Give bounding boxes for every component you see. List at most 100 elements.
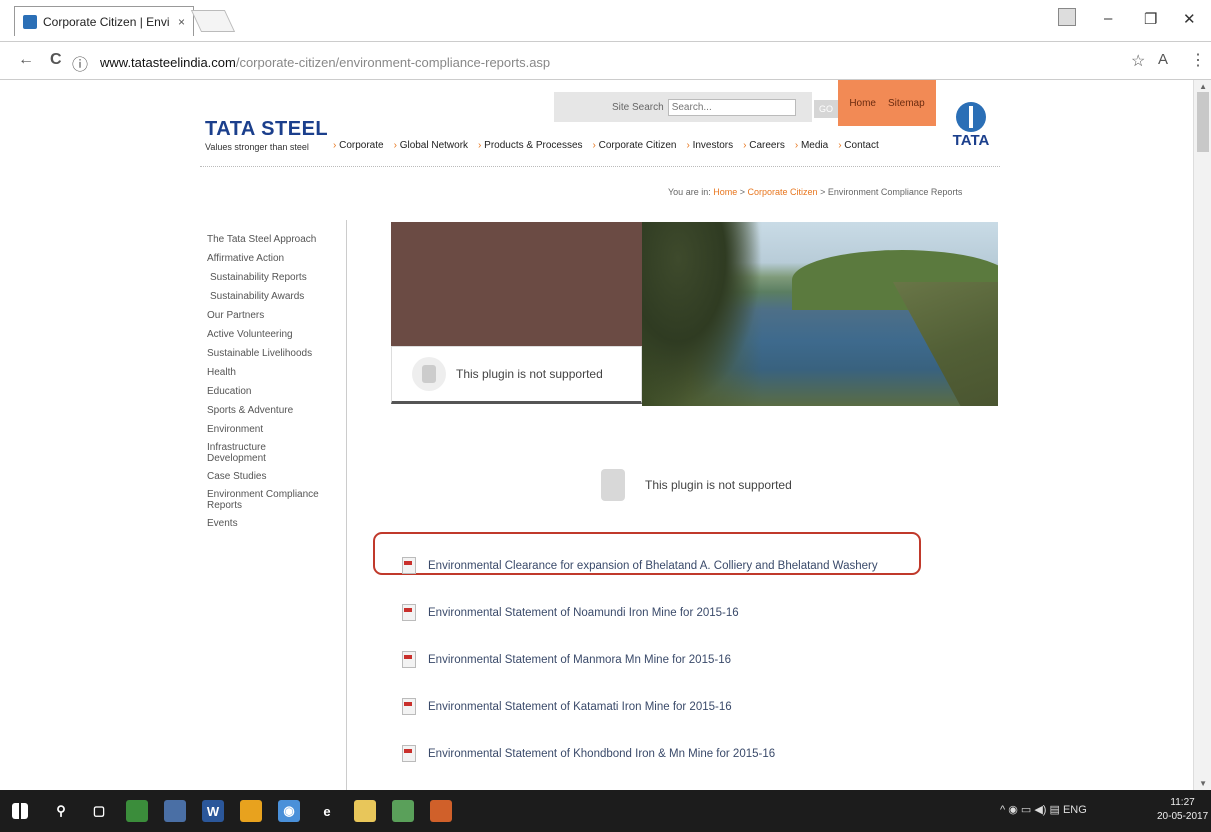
back-icon[interactable]: ← [18,51,34,69]
user-profile-icon[interactable] [1058,8,1076,26]
left-menu-item[interactable]: Infrastructure Development [207,439,287,467]
pdf-icon [398,743,420,765]
tab-close-icon[interactable]: × [178,15,185,29]
app-red-icon[interactable] [430,800,452,822]
breadcrumb-prefix: You are in: [668,187,711,197]
tata-logo-text: TATA [952,132,990,149]
left-menu-item[interactable]: Active Volunteering [207,325,347,344]
logo-tagline: Values stronger than steel [205,142,309,152]
app-orange-icon[interactable] [240,800,262,822]
left-menu-item[interactable]: Environment Compliance Reports [207,486,337,514]
scroll-thumb[interactable] [1197,92,1209,152]
report-item[interactable]: Environmental Statement of Manmora Mn Mi… [398,636,958,683]
taskbar-clock[interactable]: 11:27 20-05-2017 [1157,796,1208,824]
left-menu-divider [346,220,347,790]
header-divider [200,166,1000,167]
clock-date: 20-05-2017 [1157,811,1209,822]
task-view-icon[interactable]: ▢ [88,800,110,822]
people-icon[interactable] [164,800,186,822]
pdf-icon [398,602,420,624]
top-link-sitemap[interactable]: Sitemap [888,98,925,109]
left-menu-item[interactable]: Case Studies [207,467,347,486]
close-window-button[interactable]: ✕ [1183,10,1196,28]
nav-corporate[interactable]: Corporate [333,140,383,154]
page-scrollbar[interactable]: ▲ ▼ [1193,80,1211,790]
left-menu-item[interactable]: The Tata Steel Approach [207,230,347,249]
store-icon[interactable] [126,800,148,822]
plugin-placeholder: This plugin is not supported [595,465,792,505]
left-menu: The Tata Steel Approach Affirmative Acti… [207,230,347,533]
nav-media[interactable]: Media [795,140,828,154]
left-menu-item[interactable]: Environment [207,420,347,439]
nav-careers[interactable]: Careers [743,140,785,154]
main-nav: Corporate Global Network Products & Proc… [333,140,933,154]
favicon-icon [23,14,37,29]
browser-tab-bar: Corporate Citizen | Envi × – ❐ ✕ [0,0,1211,42]
breadcrumb-current: Environment Compliance Reports [827,187,963,197]
report-item[interactable]: Environmental Statement of Noamundi Iron… [398,589,958,636]
plugin-puzzle-icon [595,465,631,505]
breadcrumb-sep: > [739,187,746,197]
tata-logo[interactable]: TATA [943,102,999,149]
windows-taskbar: ⚲ ▢ W ◉ e ^ ◉ ▭ ◀) ▤ ENG 11:27 20-05-2017 [0,790,1211,832]
top-link-home[interactable]: Home [849,98,876,109]
restore-button[interactable]: ❐ [1144,10,1157,28]
explorer-icon[interactable] [354,800,376,822]
breadcrumb-section[interactable]: Corporate Citizen [748,187,818,197]
word-icon[interactable]: W [202,800,224,822]
url-path: /corporate-citizen/environment-complianc… [235,54,551,70]
system-tray[interactable]: ^ ◉ ▭ ◀) ▤ ENG [1000,803,1087,816]
left-menu-item[interactable]: Health [207,363,347,382]
left-menu-item[interactable]: Events [207,514,347,533]
report-link[interactable]: Environmental Clearance for expansion of… [428,560,878,572]
search-go-button[interactable]: GO [814,100,838,118]
report-item[interactable]: Environmental Statement of Katamati Iron… [398,683,958,730]
app-green-icon[interactable] [392,800,414,822]
tata-steel-logo[interactable]: TATA STEEL Values stronger than steel [205,118,328,152]
left-menu-item[interactable]: Affirmative Action [207,249,347,268]
report-link[interactable]: Environmental Statement of Manmora Mn Mi… [428,654,731,666]
pdf-icon [398,696,420,718]
left-menu-item[interactable]: Sustainability Awards [207,287,347,306]
bookmark-star-icon[interactable]: ☆ [1131,51,1145,71]
report-link[interactable]: Environmental Statement of Noamundi Iron… [428,607,739,619]
windows-start-icon[interactable] [12,803,28,819]
left-menu-item[interactable]: Education [207,382,347,401]
nav-products-processes[interactable]: Products & Processes [478,140,582,154]
page-viewport: TATA STEEL Values stronger than steel Si… [0,80,1211,790]
tab-title: Corporate Citizen | Envi [43,14,170,29]
left-menu-item[interactable]: Sustainable Livelihoods [207,344,347,363]
url-host: www.tatasteelindia.com [100,54,236,70]
left-menu-item[interactable]: Sustainability Reports [207,268,347,287]
reload-icon[interactable]: C [50,51,62,69]
report-link[interactable]: Environmental Statement of Khondbond Iro… [428,748,775,760]
breadcrumb-home[interactable]: Home [713,187,737,197]
site-search-label: Site Search [612,101,664,113]
clock-time: 11:27 [1170,797,1195,808]
scroll-down-icon[interactable]: ▼ [1199,779,1207,788]
new-tab-button[interactable] [190,10,236,32]
search-input[interactable] [667,98,796,116]
extension-icon[interactable]: A [1158,51,1168,68]
left-menu-item[interactable]: Our Partners [207,306,347,325]
scroll-up-icon[interactable]: ▲ [1199,82,1207,91]
nav-investors[interactable]: Investors [686,140,734,154]
url-field[interactable]: www.tatasteelindia.com/corporate-citizen… [100,50,1110,74]
search-icon[interactable]: ⚲ [50,800,72,822]
site-info-icon[interactable]: ⓘ [72,51,88,75]
report-item[interactable]: Environmental Statement of Khondbond Iro… [398,730,958,777]
report-item[interactable]: Environmental Clearance for expansion of… [398,542,958,589]
browser-tab[interactable]: Corporate Citizen | Envi × [14,6,194,36]
report-link[interactable]: Environmental Statement of Katamati Iron… [428,701,732,713]
pdf-icon [398,555,420,577]
minimize-button[interactable]: – [1104,10,1112,27]
nav-global-network[interactable]: Global Network [394,140,468,154]
nav-contact[interactable]: Contact [838,140,878,154]
left-menu-item[interactable]: Sports & Adventure [207,401,347,420]
edge-icon[interactable]: e [316,800,338,822]
site-search: Site Search [554,92,812,122]
plugin-puzzle-icon [412,357,446,391]
browser-menu-icon[interactable]: ⋮ [1190,50,1206,70]
nav-corporate-citizen[interactable]: Corporate Citizen [593,140,677,154]
chrome-icon[interactable]: ◉ [278,800,300,822]
